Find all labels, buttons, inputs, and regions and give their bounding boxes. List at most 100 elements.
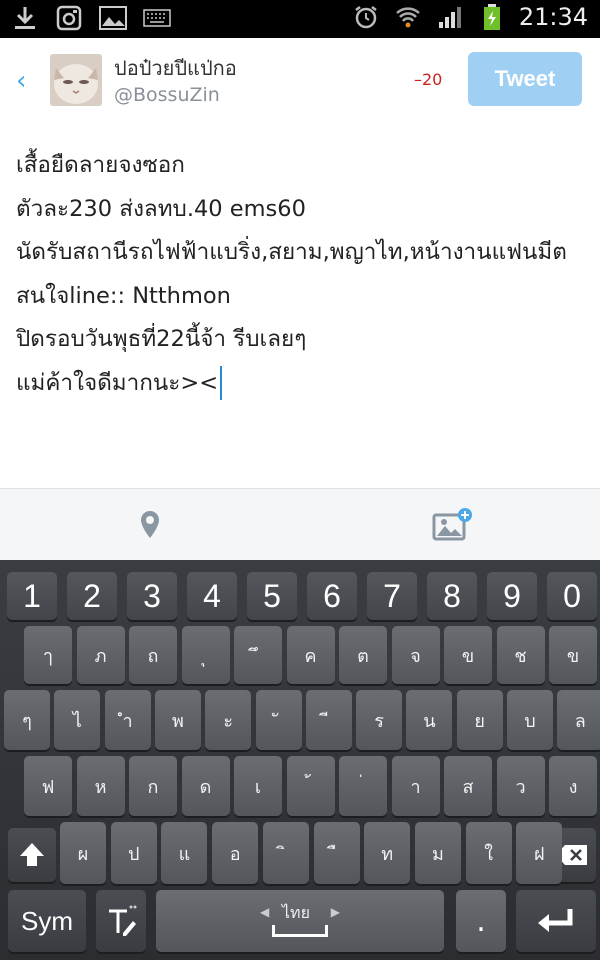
add-photo-icon[interactable] bbox=[432, 507, 474, 543]
number-key[interactable]: 9 bbox=[487, 572, 537, 620]
thai-char-key[interactable]: ่ bbox=[339, 756, 387, 816]
keyboard-icon bbox=[142, 4, 172, 32]
wifi-icon bbox=[393, 3, 423, 31]
number-key[interactable]: 3 bbox=[127, 572, 177, 620]
clock: 21:34 bbox=[518, 3, 588, 31]
thai-char-key-label: ไ bbox=[72, 710, 82, 732]
status-bar: 21:34 bbox=[0, 0, 600, 38]
number-key[interactable]: 7 bbox=[367, 572, 417, 620]
number-key[interactable]: 5 bbox=[247, 572, 297, 620]
thai-char-key-label: ะ bbox=[223, 710, 234, 732]
thai-char-key[interactable]: ง bbox=[549, 756, 597, 816]
battery-charging-icon bbox=[477, 3, 507, 31]
thai-char-key[interactable]: ล bbox=[557, 690, 600, 750]
thai-char-key[interactable]: ว bbox=[496, 756, 545, 816]
thai-char-key-label: ท bbox=[381, 843, 394, 865]
thai-char-key-label: เ bbox=[254, 776, 262, 798]
thai-char-key-label: ข bbox=[461, 645, 475, 667]
thai-char-key[interactable]: ฟ bbox=[24, 756, 72, 816]
thai-char-key[interactable]: า bbox=[391, 756, 440, 816]
display-name: ปอป๋วยปีแป่กอ bbox=[114, 56, 237, 80]
thai-char-key[interactable]: ี bbox=[305, 690, 352, 750]
thai-char-key[interactable]: ุ bbox=[181, 626, 230, 684]
number-key[interactable]: 2 bbox=[67, 572, 117, 620]
thai-char-key[interactable]: ะ bbox=[205, 690, 252, 750]
thai-char-key[interactable]: ไ bbox=[54, 690, 101, 750]
thai-char-key[interactable]: แ bbox=[161, 822, 208, 884]
thai-char-key[interactable]: ำ bbox=[104, 690, 151, 750]
thai-char-key[interactable]: บ bbox=[507, 690, 553, 750]
thai-char-key[interactable]: ้ bbox=[286, 756, 335, 816]
thai-char-key-label: ก bbox=[147, 776, 159, 798]
thai-char-key[interactable]: ช bbox=[496, 626, 545, 684]
space-key[interactable]: ◀ ▶ ไทย bbox=[156, 890, 444, 952]
number-key-label: 6 bbox=[323, 577, 341, 614]
thai-char-key[interactable]: ต bbox=[339, 626, 387, 684]
shift-key[interactable] bbox=[8, 828, 56, 882]
thai-char-key[interactable]: ั bbox=[255, 690, 302, 750]
thai-char-key-label: า bbox=[410, 776, 421, 798]
number-key[interactable]: 4 bbox=[187, 572, 237, 620]
thai-char-key[interactable]: จ bbox=[391, 626, 440, 684]
sym-key[interactable]: Sym bbox=[8, 890, 86, 952]
thai-char-key-label: ม bbox=[431, 843, 444, 865]
thai-char-key[interactable]: เ bbox=[234, 756, 282, 816]
number-key[interactable]: 1 bbox=[7, 572, 57, 620]
space-language-label: ไทย bbox=[282, 903, 310, 922]
thai-char-key[interactable]: ส bbox=[444, 756, 492, 816]
thai-char-key-label: ป bbox=[127, 843, 140, 865]
tweet-text-area[interactable]: เสื้อยืดลายจงซอก ตัวละ230 ส่งลทบ.40 ems6… bbox=[0, 124, 600, 488]
thai-char-key-label: อ bbox=[229, 843, 241, 865]
location-pin-icon[interactable] bbox=[132, 507, 168, 543]
thai-char-key[interactable]: ป bbox=[110, 822, 157, 884]
space-language-indicator: ◀ ▶ ไทย bbox=[260, 899, 340, 943]
thai-char-key[interactable]: ห bbox=[76, 756, 125, 816]
compose-toolbar bbox=[0, 488, 600, 560]
thai-char-key[interactable]: ฝ bbox=[516, 822, 563, 884]
character-counter: –20 bbox=[414, 70, 443, 89]
text-line: เสื้อยืดลายจงซอก bbox=[16, 152, 185, 178]
thai-char-key[interactable]: น bbox=[406, 690, 453, 750]
thai-char-key[interactable]: ข bbox=[549, 626, 597, 684]
thai-char-key[interactable]: ม bbox=[414, 822, 461, 884]
number-key-label: 0 bbox=[563, 577, 581, 614]
thai-char-key[interactable]: ใ bbox=[465, 822, 512, 884]
thai-char-key-label: ย bbox=[474, 710, 485, 732]
thai-char-key[interactable]: ก bbox=[129, 756, 177, 816]
thai-char-key[interactable]: ด bbox=[181, 756, 230, 816]
signal-icon bbox=[435, 3, 465, 31]
number-key[interactable]: 6 bbox=[307, 572, 357, 620]
tweet-button[interactable]: Tweet bbox=[468, 52, 582, 106]
back-chevron-icon[interactable]: ‹ bbox=[16, 68, 36, 94]
thai-char-key-label: น bbox=[423, 710, 436, 732]
thai-char-key[interactable]: ร bbox=[356, 690, 403, 750]
thai-char-key-label: พ bbox=[171, 710, 184, 732]
thai-char-key[interactable]: ผ bbox=[60, 822, 106, 884]
thai-char-key[interactable]: ภ bbox=[76, 626, 125, 684]
thai-char-key[interactable]: ๅ bbox=[24, 626, 72, 684]
instagram-icon bbox=[54, 4, 84, 32]
number-key-label: 9 bbox=[503, 577, 521, 614]
thai-char-key[interactable]: ึ bbox=[234, 626, 282, 684]
thai-char-key[interactable]: ท bbox=[364, 822, 411, 884]
number-key-label: 3 bbox=[143, 577, 161, 614]
number-key-label: 1 bbox=[23, 577, 41, 614]
thai-char-key[interactable]: พ bbox=[154, 690, 201, 750]
thai-char-key[interactable]: อ bbox=[212, 822, 259, 884]
compose-header: ‹ ปอป๋วยปีแป่กอ @BossuZin –20 Tweet bbox=[0, 38, 600, 124]
thai-char-key[interactable]: ื bbox=[313, 822, 360, 884]
thai-char-key[interactable]: ถ bbox=[129, 626, 177, 684]
thai-char-key[interactable]: ๆ bbox=[4, 690, 50, 750]
thai-char-key[interactable]: ิ bbox=[262, 822, 309, 884]
thai-char-key[interactable]: ย bbox=[456, 690, 503, 750]
thai-char-key-label: ภ bbox=[94, 645, 107, 667]
number-key[interactable]: 8 bbox=[427, 572, 477, 620]
enter-key[interactable] bbox=[516, 890, 596, 952]
text-input-mode-key[interactable] bbox=[96, 890, 146, 952]
number-key[interactable]: 0 bbox=[547, 572, 597, 620]
thai-char-key[interactable]: ข bbox=[444, 626, 492, 684]
text-line: สนใจline:: Ntthmon bbox=[16, 282, 231, 309]
download-icon bbox=[10, 4, 40, 32]
thai-char-key[interactable]: ค bbox=[286, 626, 335, 684]
period-key[interactable]: . bbox=[456, 890, 506, 952]
